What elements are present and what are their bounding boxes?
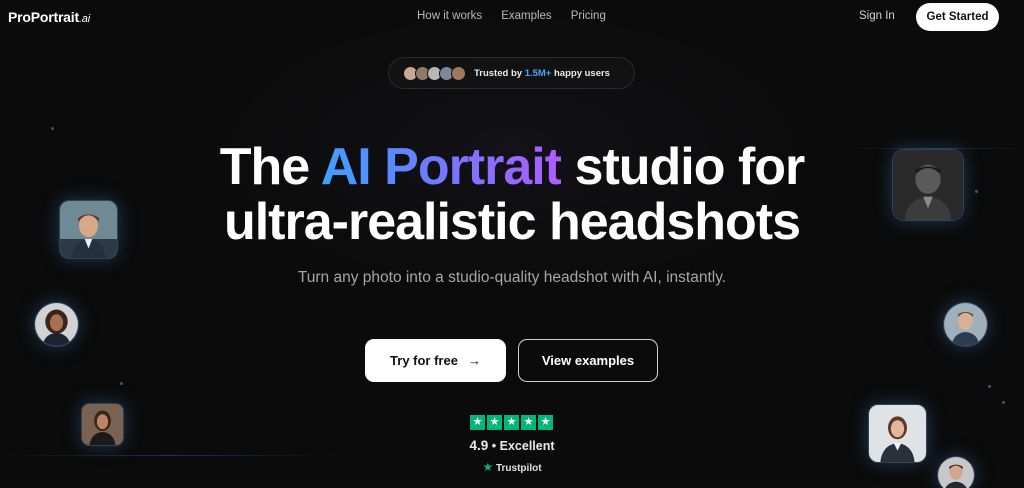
trustpilot-name: Trustpilot xyxy=(495,463,542,474)
portrait-woman-curly xyxy=(34,302,79,347)
rating-label: Excellent xyxy=(499,439,555,453)
nav-link-how-it-works[interactable]: How it works xyxy=(417,10,482,22)
top-navigation: ProPortrait.ai How it works Examples Pri… xyxy=(0,0,1024,34)
brand-logo[interactable]: ProPortrait.ai xyxy=(8,9,90,25)
headline-suffix: studio for xyxy=(574,138,806,196)
trusted-suffix: happy users xyxy=(554,67,610,79)
avatar xyxy=(451,65,466,81)
try-for-free-button[interactable]: Try for free → xyxy=(365,339,506,382)
decorative-dot xyxy=(1002,401,1005,404)
trusted-prefix: Trusted by xyxy=(474,67,523,79)
decorative-dot xyxy=(988,385,991,388)
portrait-man-gray xyxy=(937,456,975,488)
star-icon: ★ xyxy=(538,415,553,430)
star-icon: ★ xyxy=(504,415,519,430)
trusted-badge: Trusted by 1.5M+ happy users xyxy=(388,57,635,89)
decorative-dot xyxy=(120,382,123,385)
portrait-man-glass-building xyxy=(943,302,988,347)
portrait-woman-blazer xyxy=(868,404,927,463)
trustpilot-stars: ★ ★ ★ ★ ★ xyxy=(470,415,553,430)
brand-logo-text: ProPortrait xyxy=(8,9,79,25)
sign-in-link[interactable]: Sign In xyxy=(859,10,895,22)
star-icon: ★ xyxy=(470,415,485,430)
rating-score: 4.9 xyxy=(469,438,489,453)
rating-separator: • xyxy=(491,439,497,453)
nav-links: How it works Examples Pricing xyxy=(417,10,606,22)
hero-subtitle: Turn any photo into a studio-quality hea… xyxy=(297,269,727,286)
trusted-count: 1.5M+ xyxy=(524,67,552,79)
nav-link-pricing[interactable]: Pricing xyxy=(571,10,606,22)
headline-prefix: The xyxy=(219,138,310,196)
arrow-right-icon: → xyxy=(467,353,481,368)
star-icon: ★ xyxy=(521,415,536,430)
trustpilot-logo[interactable]: ★ Trustpilot xyxy=(0,460,1024,474)
trustpilot-star-icon: ★ xyxy=(482,460,494,474)
hero-headline-line-1: The AI Portrait studio for xyxy=(0,139,1024,195)
portrait-man-monochrome xyxy=(892,149,964,221)
headline-highlight: AI Portrait xyxy=(320,138,562,196)
star-icon: ★ xyxy=(487,415,502,430)
view-examples-button[interactable]: View examples xyxy=(518,339,658,382)
nav-link-examples[interactable]: Examples xyxy=(501,10,552,22)
user-avatar-stack xyxy=(403,65,466,81)
portrait-man-suit xyxy=(59,200,118,259)
brand-logo-suffix: .ai xyxy=(78,13,90,25)
portrait-woman-office xyxy=(81,403,124,446)
trusted-text: Trusted by 1.5M+ happy users xyxy=(474,68,610,79)
try-for-free-label: Try for free xyxy=(390,353,458,368)
get-started-button[interactable]: Get Started xyxy=(916,3,999,31)
decorative-dot xyxy=(51,127,54,130)
decorative-line xyxy=(0,455,340,456)
hero-headline-line-2: ultra-realistic headshots xyxy=(223,193,801,251)
